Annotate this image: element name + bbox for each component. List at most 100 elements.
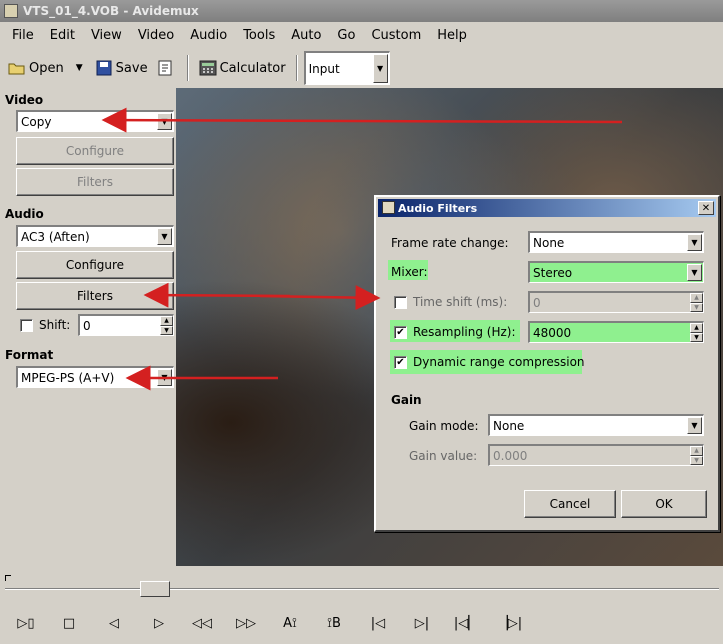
set-marker-b-button[interactable]: ⟟B [320,612,348,634]
audio-shift-label: Shift: [39,318,71,332]
drc-label: Dynamic range compression [413,355,585,369]
open-button[interactable]: Open [4,55,68,81]
time-shift-checkbox[interactable] [394,295,407,309]
audio-configure-button[interactable]: Configure [16,251,174,279]
frame-rate-label: Frame rate change: [391,236,509,250]
audio-codec-select[interactable]: AC3 (Aften) ▼ [16,225,174,247]
view-mode-value: Input [308,61,340,76]
menu-auto[interactable]: Auto [283,28,329,43]
next-black-frame-button[interactable]: ▕▷| [496,612,524,634]
properties-icon [158,60,172,76]
previous-black-frame-button[interactable]: |◁▏ [452,612,480,634]
save-button[interactable]: Save [91,55,152,81]
video-configure-button[interactable]: Configure [16,137,174,165]
time-shift-value: 0 [533,295,541,310]
toolbar-separator [295,55,298,81]
format-section-label: Format [5,348,54,362]
spinbox-buttons: ▲ ▼ [690,323,703,342]
audio-shift-row: Shift: [20,318,70,332]
spinbox-buttons: ▲ ▼ [690,293,703,312]
spin-down-icon[interactable]: ▼ [690,302,703,312]
dialog-title: Audio Filters [398,201,478,215]
window-title: VTS_01_4.VOB - Avidemux [23,4,199,18]
spin-down-icon[interactable]: ▼ [690,332,703,342]
resampling-checkbox[interactable]: ✔ [394,325,407,339]
spin-down-icon[interactable]: ▼ [690,455,703,465]
folder-open-icon [8,63,25,75]
chevron-down-icon[interactable]: ▼ [157,113,172,130]
previous-keyframe-button[interactable]: ◁◁ [188,612,216,634]
gain-value-value: 0.000 [493,448,528,463]
menu-edit[interactable]: Edit [42,28,83,43]
selection-marker-start [5,575,11,581]
resampling-spinbox[interactable]: 48000 ▲ ▼ [528,321,704,343]
spin-up-icon[interactable]: ▲ [690,293,703,303]
video-codec-select[interactable]: Copy ▼ [16,110,174,132]
go-to-end-button[interactable]: ▷| [408,612,436,634]
audio-codec-value: AC3 (Aften) [21,229,90,244]
chevron-down-icon[interactable]: ▼ [687,417,702,434]
next-frame-button[interactable]: ▷ [145,612,173,634]
chevron-down-icon[interactable]: ▼ [372,54,388,83]
calculator-icon [199,60,217,76]
timeline-track[interactable] [5,588,719,590]
menu-help[interactable]: Help [429,28,475,43]
calculator-button[interactable]: Calculator [195,55,290,81]
menu-audio[interactable]: Audio [182,28,235,43]
view-mode-select[interactable]: Input ▼ [303,51,390,85]
stop-button[interactable]: □ [55,612,83,634]
previous-frame-icon: ◁ [109,615,119,631]
stop-icon: □ [62,615,76,631]
chevron-down-icon[interactable]: ▼ [157,228,172,245]
properties-button[interactable] [152,55,181,81]
spin-up-icon[interactable]: ▲ [690,323,703,333]
menu-go[interactable]: Go [329,28,363,43]
play-pause-button[interactable]: ▷▯ [12,612,40,634]
audio-shift-value: 0 [83,318,91,333]
set-marker-a-button[interactable]: A⟟ [276,612,304,634]
rewind-icon: ◁◁ [192,615,212,631]
menu-custom[interactable]: Custom [363,28,429,43]
spin-up-icon[interactable]: ▲ [160,316,173,326]
gain-mode-select[interactable]: None ▼ [488,414,704,436]
go-to-start-button[interactable]: |◁ [364,612,392,634]
marker-a-icon: A⟟ [283,615,297,631]
audio-shift-spinbox[interactable]: 0 ▲ ▼ [78,314,174,336]
audio-filters-button[interactable]: Filters [16,282,174,310]
drc-checkbox[interactable]: ✔ [394,355,407,369]
next-keyframe-button[interactable]: ▷▷ [232,612,260,634]
audio-shift-checkbox[interactable] [20,318,33,332]
time-shift-label: Time shift (ms): [413,295,508,309]
toolbar-separator [186,55,189,81]
time-shift-spinbox[interactable]: 0 ▲ ▼ [528,291,704,313]
menu-video[interactable]: Video [130,28,182,43]
format-select[interactable]: MPEG-PS (A+V) ▼ [16,366,174,388]
chevron-down-icon[interactable]: ▼ [157,369,172,386]
previous-black-icon: |◁▏ [453,615,479,631]
video-filters-button[interactable]: Filters [16,168,174,196]
previous-frame-button[interactable]: ◁ [100,612,128,634]
menu-tools[interactable]: Tools [235,28,283,43]
chevron-down-icon[interactable]: ▼ [687,234,702,251]
time-shift-row: Time shift (ms): [394,295,507,309]
format-value: MPEG-PS (A+V) [21,370,115,385]
spin-down-icon[interactable]: ▼ [160,325,173,335]
menu-view[interactable]: View [83,28,130,43]
frame-rate-select[interactable]: None ▼ [528,231,704,253]
gain-value-spinbox[interactable]: 0.000 ▲ ▼ [488,444,704,466]
close-icon[interactable]: ✕ [698,201,714,215]
gain-mode-label: Gain mode: [409,419,479,433]
spinbox-buttons: ▲ ▼ [160,316,173,335]
spin-up-icon[interactable]: ▲ [690,446,703,456]
ok-button[interactable]: OK [621,490,707,518]
title-bar: VTS_01_4.VOB - Avidemux [0,0,723,22]
gain-mode-value: None [493,418,525,433]
chevron-down-icon[interactable]: ▼ [687,264,702,281]
open-dropdown-button[interactable]: ▼ [68,55,91,81]
mixer-select[interactable]: Stereo ▼ [528,261,704,283]
menu-file[interactable]: File [4,28,42,43]
cancel-button[interactable]: Cancel [524,490,616,518]
audio-section-label: Audio [5,207,44,221]
timeline-slider-thumb[interactable] [140,581,170,597]
next-black-icon: ▕▷| [497,615,523,631]
